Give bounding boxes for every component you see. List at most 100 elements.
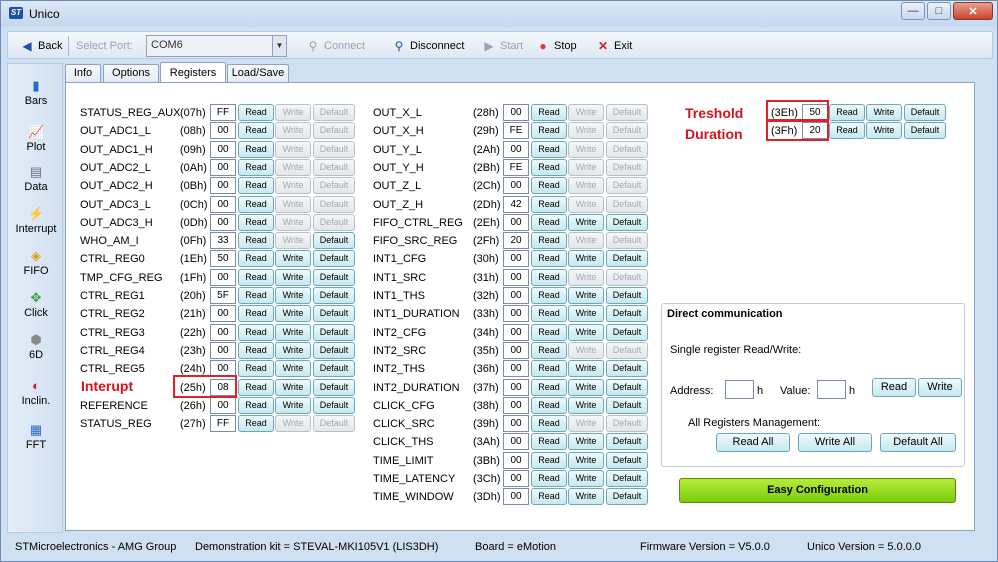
register-value-field[interactable]: FE [503,122,529,140]
direct-read-button[interactable]: Read [872,378,916,397]
register-write-button[interactable]: Write [568,250,604,268]
register-default-button[interactable]: Default [606,470,648,487]
register-value-field[interactable]: 20 [503,232,529,250]
sidebar-item-data[interactable]: ▤ Data [8,160,64,200]
address-input[interactable] [725,380,754,399]
register-default-button[interactable]: Default [606,451,648,469]
value-input[interactable] [817,380,846,399]
sidebar-item-interrupt[interactable]: ⚡ Interrupt [8,202,64,242]
register-read-button[interactable]: Read [238,323,274,341]
register-value-field[interactable]: FF [210,104,236,121]
register-default-button[interactable]: Default [313,287,355,304]
register-default-button[interactable]: Default [313,250,355,268]
register-write-button[interactable]: Write [275,378,311,396]
register-value-field[interactable]: 00 [503,451,529,469]
register-write-button[interactable]: Write [568,488,604,506]
register-read-button[interactable]: Read [238,213,274,231]
register-read-button[interactable]: Read [531,104,567,121]
register-value-field[interactable]: 00 [503,287,529,304]
register-value-field[interactable]: 00 [503,470,529,487]
register-write-button[interactable]: Write [866,104,902,121]
register-read-button[interactable]: Read [531,396,567,414]
register-write-button[interactable]: Write [275,341,311,359]
register-value-field[interactable]: 00 [210,341,236,359]
register-read-button[interactable]: Read [238,122,274,140]
register-read-button[interactable]: Read [531,488,567,506]
register-default-button[interactable]: Default [313,305,355,323]
register-value-field[interactable]: 5F [210,287,236,304]
maximize-button[interactable]: □ [927,2,951,20]
register-read-button[interactable]: Read [531,305,567,323]
register-value-field[interactable]: 00 [210,305,236,323]
register-value-field[interactable]: 00 [210,268,236,286]
sidebar-item-click[interactable]: ✥ Click [8,286,64,326]
register-write-button[interactable]: Write [568,378,604,396]
register-value-field[interactable]: 33 [210,232,236,250]
register-default-button[interactable]: Default [313,268,355,286]
register-default-button[interactable]: Default [606,250,648,268]
tab-registers[interactable]: Registers [160,62,226,82]
register-write-button[interactable]: Write [275,323,311,341]
disconnect-button[interactable]: ⚲ Disconnect [392,37,465,55]
register-value-field[interactable]: 00 [503,140,529,158]
register-value-field[interactable]: 00 [503,323,529,341]
register-value-field[interactable]: 00 [210,323,236,341]
register-write-button[interactable]: Write [866,122,902,140]
register-default-button[interactable]: Default [313,341,355,359]
register-value-field[interactable]: 00 [503,250,529,268]
register-default-button[interactable]: Default [606,305,648,323]
register-write-button[interactable]: Write [275,287,311,304]
register-write-button[interactable]: Write [568,213,604,231]
sidebar-item-6d[interactable]: ⬢ 6D [8,328,64,368]
register-write-button[interactable]: Write [568,287,604,304]
register-default-button[interactable]: Default [606,360,648,378]
start-button[interactable]: ▶ Start [482,37,523,55]
register-write-button[interactable]: Write [275,396,311,414]
register-value-field[interactable]: 00 [503,360,529,378]
register-read-button[interactable]: Read [531,250,567,268]
register-default-button[interactable]: Default [606,213,648,231]
register-read-button[interactable]: Read [531,341,567,359]
register-read-button[interactable]: Read [531,415,567,433]
tab-info[interactable]: Info [65,64,101,82]
register-write-button[interactable]: Write [568,433,604,451]
register-default-button[interactable]: Default [313,360,355,378]
register-value-field[interactable]: 00 [210,177,236,195]
register-value-field[interactable]: 00 [503,488,529,506]
tab-options[interactable]: Options [103,64,159,82]
register-read-button[interactable]: Read [238,250,274,268]
register-read-button[interactable]: Read [238,104,274,121]
register-value-field[interactable]: 00 [503,305,529,323]
register-write-button[interactable]: Write [275,360,311,378]
register-read-button[interactable]: Read [531,232,567,250]
register-default-button[interactable]: Default [904,122,946,140]
register-read-button[interactable]: Read [238,396,274,414]
register-read-button[interactable]: Read [531,140,567,158]
register-write-button[interactable]: Write [568,360,604,378]
register-default-button[interactable]: Default [606,488,648,506]
register-read-button[interactable]: Read [531,195,567,213]
register-read-button[interactable]: Read [531,122,567,140]
register-read-button[interactable]: Read [531,433,567,451]
register-read-button[interactable]: Read [238,177,274,195]
register-read-button[interactable]: Read [238,268,274,286]
close-button[interactable]: ✕ [953,2,993,20]
register-value-field[interactable]: 00 [503,433,529,451]
register-read-button[interactable]: Read [238,158,274,176]
tab-load-save[interactable]: Load/Save [227,64,289,82]
write-all-button[interactable]: Write All [798,433,872,452]
register-default-button[interactable]: Default [313,323,355,341]
register-default-button[interactable]: Default [606,378,648,396]
register-read-button[interactable]: Read [238,195,274,213]
register-value-field[interactable]: 00 [210,140,236,158]
register-read-button[interactable]: Read [531,268,567,286]
register-value-field[interactable]: 00 [503,396,529,414]
register-write-button[interactable]: Write [275,268,311,286]
register-value-field[interactable]: FF [210,415,236,433]
register-default-button[interactable]: Default [313,232,355,250]
register-default-button[interactable]: Default [313,396,355,414]
register-value-field[interactable]: 00 [210,396,236,414]
register-write-button[interactable]: Write [275,250,311,268]
register-read-button[interactable]: Read [238,287,274,304]
register-value-field[interactable]: 00 [503,177,529,195]
